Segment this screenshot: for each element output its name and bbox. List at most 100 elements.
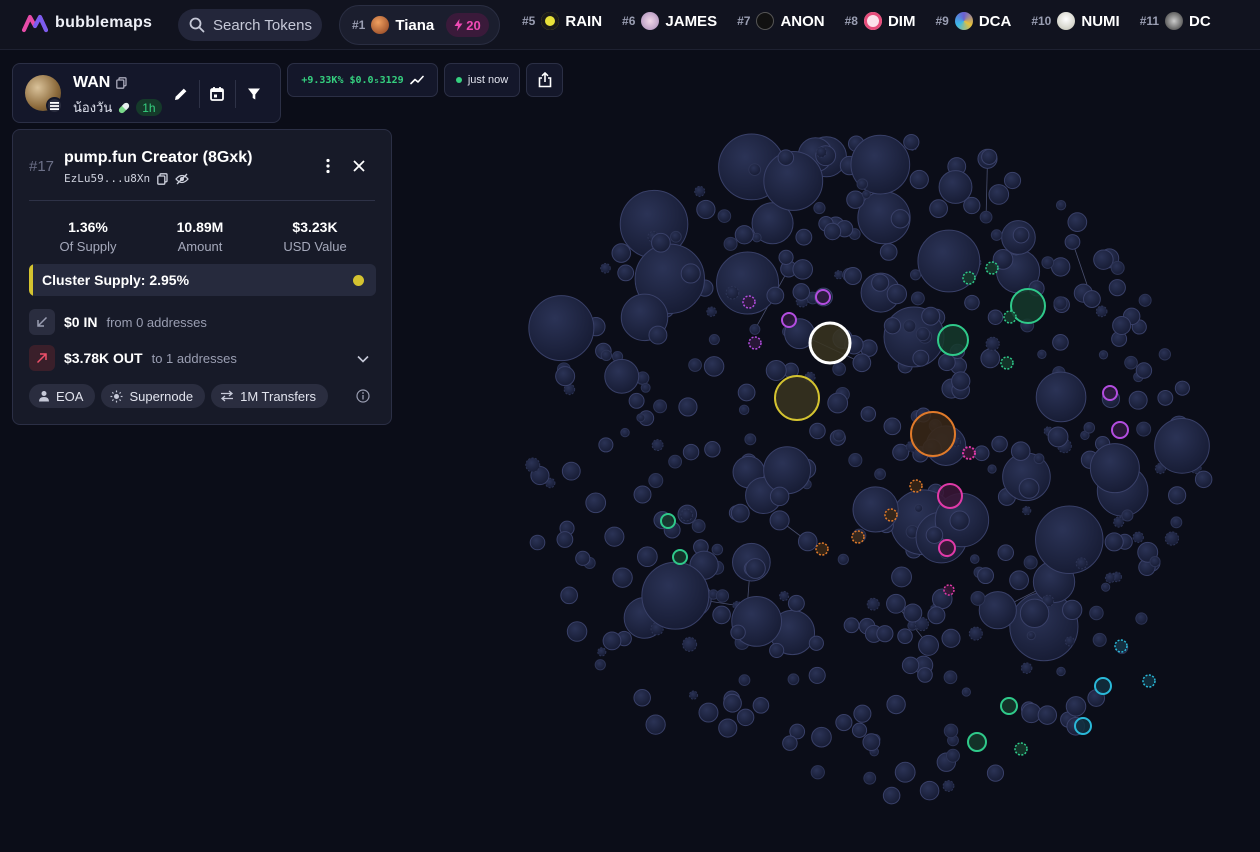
holder-bubble[interactable]	[903, 603, 923, 623]
holder-bubble[interactable]	[980, 348, 1001, 369]
holder-bubble[interactable]	[832, 429, 846, 442]
cluster-bubble[interactable]	[815, 289, 831, 305]
holder-bubble[interactable]	[843, 266, 862, 285]
holder-bubble[interactable]	[883, 317, 902, 335]
cluster-bubble[interactable]	[1074, 717, 1092, 735]
holder-bubble[interactable]	[917, 667, 933, 683]
holder-bubble[interactable]	[897, 628, 913, 644]
holder-bubble[interactable]	[1174, 380, 1190, 396]
holder-bubble[interactable]	[688, 690, 699, 700]
holder-bubble[interactable]	[730, 503, 750, 523]
holder-bubble[interactable]	[653, 399, 668, 414]
holder-bubble[interactable]	[604, 526, 625, 547]
holder-bubble[interactable]	[617, 264, 635, 282]
holder-bubble[interactable]	[1035, 371, 1087, 423]
cluster-bubble[interactable]	[910, 411, 956, 457]
holder-bubble[interactable]	[970, 590, 986, 606]
holder-bubble[interactable]	[748, 163, 762, 177]
cluster-bubble[interactable]	[943, 584, 955, 596]
holder-bubble[interactable]	[704, 441, 721, 458]
holder-bubble[interactable]	[890, 209, 910, 229]
holder-bubble[interactable]	[1056, 666, 1066, 677]
holder-bubble[interactable]	[866, 597, 880, 611]
holder-bubble[interactable]	[1170, 516, 1183, 529]
holder-bubble[interactable]	[598, 437, 614, 453]
holder-bubble[interactable]	[528, 295, 595, 362]
holder-bubble[interactable]	[611, 243, 632, 263]
cluster-bubble[interactable]	[742, 295, 756, 309]
holder-bubble[interactable]	[882, 786, 901, 805]
holder-bubble[interactable]	[986, 764, 1005, 782]
holder-bubble[interactable]	[752, 697, 770, 714]
holder-bubble[interactable]	[737, 383, 756, 402]
holder-bubble[interactable]	[1082, 290, 1101, 309]
holder-bubble[interactable]	[1009, 570, 1029, 591]
holder-bubble[interactable]	[555, 366, 576, 387]
holder-bubble[interactable]	[765, 359, 787, 381]
holder-bubble[interactable]	[835, 713, 853, 732]
holder-bubble[interactable]	[856, 178, 869, 190]
holder-bubble[interactable]	[903, 134, 920, 151]
holder-bubble[interactable]	[769, 510, 790, 531]
holder-bubble[interactable]	[787, 594, 805, 612]
holder-bubble[interactable]	[909, 169, 929, 190]
holder-bubble[interactable]	[848, 453, 863, 468]
holder-bubble[interactable]	[696, 199, 716, 220]
holder-bubble[interactable]	[1019, 598, 1050, 629]
holder-bubble[interactable]	[1138, 293, 1152, 307]
holder-bubble[interactable]	[1018, 477, 1040, 499]
holder-bubble[interactable]	[879, 243, 898, 261]
inflow-row[interactable]: $0 IN from 0 addresses	[29, 309, 207, 335]
holder-bubble[interactable]	[918, 634, 939, 656]
cluster-supply-row[interactable]: Cluster Supply: 2.95%	[29, 264, 376, 296]
holder-bubble[interactable]	[1010, 441, 1031, 461]
holder-bubble[interactable]	[769, 486, 790, 507]
cluster-bubble[interactable]	[962, 271, 976, 285]
holder-bubble[interactable]	[725, 285, 740, 300]
trending-token-9[interactable]: #9 DCA	[935, 12, 1011, 30]
cluster-bubble[interactable]	[938, 539, 956, 557]
holder-bubble[interactable]	[827, 392, 849, 414]
cluster-bubble[interactable]	[1000, 356, 1014, 370]
holder-bubble[interactable]	[912, 349, 930, 367]
holder-bubble[interactable]	[694, 185, 706, 197]
holder-bubble[interactable]	[1112, 315, 1132, 335]
holder-bubble[interactable]	[892, 443, 910, 461]
holder-bubble[interactable]	[951, 371, 971, 391]
trending-token-6[interactable]: #6 JAMES	[622, 12, 717, 30]
holder-bubble[interactable]	[1135, 362, 1153, 379]
holder-bubble[interactable]	[991, 435, 1008, 453]
holder-bubble[interactable]	[797, 531, 818, 552]
holder-bubble[interactable]	[1136, 421, 1152, 437]
cluster-bubble[interactable]	[781, 312, 797, 328]
holder-bubble[interactable]	[682, 443, 700, 461]
holder-bubble[interactable]	[680, 508, 693, 522]
more-options-button[interactable]	[319, 157, 337, 180]
holder-bubble[interactable]	[1064, 636, 1075, 647]
holder-bubble[interactable]	[843, 617, 860, 634]
holder-bubble[interactable]	[703, 356, 725, 377]
holder-bubble[interactable]	[723, 236, 738, 251]
holder-bubble[interactable]	[1154, 417, 1210, 474]
holder-bubble[interactable]	[1035, 505, 1104, 575]
holder-bubble[interactable]	[769, 642, 785, 659]
holder-bubble[interactable]	[779, 590, 790, 602]
holder-bubble[interactable]	[1065, 696, 1087, 717]
holder-bubble[interactable]	[1089, 443, 1140, 494]
boost-badge[interactable]: 20	[446, 13, 489, 37]
holder-bubble[interactable]	[927, 606, 946, 625]
holder-bubble[interactable]	[795, 228, 813, 246]
holder-bubble[interactable]	[1157, 389, 1174, 406]
info-button[interactable]	[356, 389, 370, 408]
trending-token-5[interactable]: #5 RAIN	[522, 12, 602, 30]
holder-bubble[interactable]	[925, 526, 944, 544]
holder-bubble[interactable]	[1055, 200, 1067, 211]
close-button[interactable]	[351, 158, 367, 179]
holder-bubble[interactable]	[834, 270, 844, 280]
holder-bubble[interactable]	[651, 232, 671, 253]
holder-bubble[interactable]	[894, 761, 916, 783]
holder-bubble[interactable]	[1124, 355, 1138, 370]
copy-icon[interactable]	[157, 172, 168, 185]
holder-bubble[interactable]	[811, 726, 832, 748]
holder-bubble[interactable]	[853, 704, 872, 723]
